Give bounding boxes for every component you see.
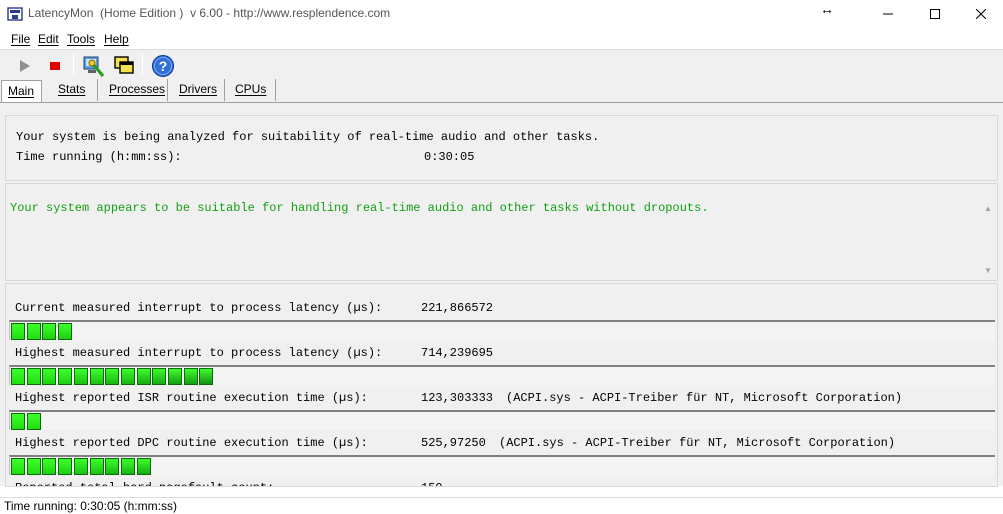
latency-bar-segment <box>11 413 25 430</box>
monitor-tool-icon <box>83 56 105 77</box>
menu-edit[interactable]: Edit <box>38 32 59 46</box>
tab-drivers[interactable]: Drivers <box>173 79 225 101</box>
tab-main[interactable]: Main <box>1 80 42 102</box>
close-button[interactable] <box>958 0 1003 28</box>
metric-value: 123,303333 <box>421 391 494 405</box>
minimize-icon <box>883 13 893 15</box>
main-content: Your system is being analyzed for suitab… <box>0 102 1003 487</box>
latency-bar-segment <box>58 368 73 385</box>
toolbar-separator <box>73 54 74 76</box>
latency-bar-segment <box>105 458 120 475</box>
latency-bar-segment <box>26 368 41 385</box>
window-copy-icon <box>114 56 134 74</box>
latency-bar-segment <box>105 368 120 385</box>
stop-icon <box>50 62 60 70</box>
latency-bar-segment <box>11 458 25 475</box>
stop-button[interactable] <box>42 53 68 79</box>
help-button[interactable]: ? <box>150 53 176 79</box>
latency-bar-segment <box>26 413 41 430</box>
analysis-panel: Your system is being analyzed for suitab… <box>5 115 998 181</box>
latency-bar <box>9 365 995 385</box>
latency-bar-segment <box>136 458 151 475</box>
help-icon: ? <box>152 55 174 77</box>
latency-bar-segment <box>168 368 182 385</box>
metric-label: Highest reported DPC routine execution t… <box>15 436 368 450</box>
metric-value: 714,239695 <box>421 346 494 360</box>
window-title: LatencyMon (Home Edition ) v 6.00 - http… <box>28 6 391 20</box>
metric-value: 221,866572 <box>421 301 494 315</box>
scroll-up-icon[interactable]: ▲ <box>984 204 992 213</box>
menu-bar: File Edit Tools Help <box>0 29 1003 49</box>
latency-bar-segment <box>42 368 57 385</box>
time-running-value: 0:30:05 <box>424 150 475 164</box>
latency-bar-segment <box>120 458 135 475</box>
metric-label: Highest reported ISR routine execution t… <box>15 391 368 405</box>
title-bar: LatencyMon (Home Edition ) v 6.00 - http… <box>0 0 1003 28</box>
metric-label: Current measured interrupt to process la… <box>15 301 383 315</box>
close-icon <box>976 9 986 19</box>
menu-file[interactable]: File <box>11 32 30 46</box>
latency-bar-segment <box>11 368 25 385</box>
latency-bar-segment <box>26 323 41 340</box>
start-button[interactable] <box>11 53 37 79</box>
latency-bar-segment <box>152 368 167 385</box>
maximize-icon <box>930 9 940 19</box>
latency-bar-segment <box>120 368 135 385</box>
metric-label: Highest measured interrupt to process la… <box>15 346 383 360</box>
metric-label: Reported total hard pagefault count: <box>15 481 274 486</box>
tab-cpus[interactable]: CPUs <box>229 79 276 101</box>
latency-bar-segment <box>42 458 57 475</box>
status-bar: Time running: 0:30:05 (h:mm:ss) <box>0 497 1003 514</box>
toolbar: ? <box>0 49 1003 79</box>
monitor-tool-button[interactable] <box>80 53 106 79</box>
latency-bar-segment <box>11 323 25 340</box>
latency-bar-segment <box>89 458 104 475</box>
app-icon <box>7 7 23 21</box>
scroll-down-icon[interactable]: ▼ <box>984 266 992 275</box>
latency-bar <box>9 455 995 475</box>
play-icon <box>20 60 30 72</box>
time-running-label: Time running (h:mm:ss): <box>16 150 182 164</box>
svg-text:?: ? <box>159 58 168 74</box>
latency-bar-segment <box>136 368 151 385</box>
tab-stats[interactable]: Stats <box>52 79 98 101</box>
latency-bar-segment <box>58 458 73 475</box>
latency-bar-segment <box>73 368 88 385</box>
analysis-message: Your system is being analyzed for suitab… <box>16 130 600 144</box>
latency-bar-segment <box>89 368 104 385</box>
metric-value: 159 <box>421 481 443 486</box>
metric-detail: (ACPI.sys - ACPI-Treiber für NT, Microso… <box>499 436 896 450</box>
metrics-panel: Current measured interrupt to process la… <box>5 283 998 487</box>
menu-help[interactable]: Help <box>104 32 129 46</box>
latency-bar-segment <box>26 458 41 475</box>
latency-bar-segment <box>42 323 57 340</box>
verdict-message: Your system appears to be suitable for h… <box>10 201 709 215</box>
latency-bar-segment <box>199 368 214 385</box>
latency-bar <box>9 320 995 340</box>
verdict-scrollbar[interactable]: ▲ ▼ <box>980 184 997 280</box>
tab-processes[interactable]: Processes <box>103 79 168 101</box>
status-text: Time running: 0:30:05 (h:mm:ss) <box>4 499 177 513</box>
menu-tools[interactable]: Tools <box>67 32 95 46</box>
minimize-button[interactable] <box>865 0 911 28</box>
maximize-button[interactable] <box>912 0 958 28</box>
window-copy-button[interactable] <box>111 53 137 79</box>
latency-bar-segment <box>73 458 88 475</box>
latency-bar-segment <box>58 323 73 340</box>
tab-bar: Main Stats Processes Drivers CPUs <box>0 79 1003 102</box>
metric-value: 525,97250 <box>421 436 486 450</box>
metric-detail: (ACPI.sys - ACPI-Treiber für NT, Microso… <box>506 391 903 405</box>
latency-bar <box>9 410 995 430</box>
verdict-panel[interactable]: Your system appears to be suitable for h… <box>5 183 998 281</box>
latency-bar-segment <box>183 368 198 385</box>
toolbar-separator <box>142 54 143 76</box>
resize-cursor-icon: ↔ <box>820 1 834 17</box>
